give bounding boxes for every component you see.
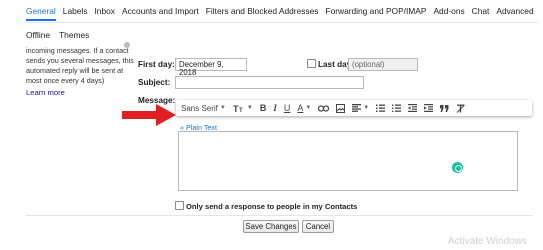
last-day-checkbox[interactable] [307, 59, 316, 68]
align-icon [352, 104, 362, 112]
tab-accounts-and-import[interactable]: Accounts and Import [122, 6, 199, 21]
tab-forwarding-and-pop-imap[interactable]: Forwarding and POP/IMAP [325, 6, 426, 21]
tab-labels[interactable]: Labels [63, 6, 88, 21]
quote-icon [440, 104, 449, 112]
learn-more-link[interactable]: Learn more [26, 88, 65, 97]
numbered-list-button[interactable] [376, 100, 386, 116]
description-line: sends you several messages, this [26, 56, 134, 65]
message-editor[interactable] [178, 131, 518, 191]
only-contacts-checkbox[interactable] [175, 201, 184, 210]
indent-more-button[interactable] [424, 100, 434, 116]
last-day-field[interactable]: (optional) [348, 58, 418, 71]
radio-button[interactable] [124, 42, 130, 48]
activate-windows-watermark: Activate Windows [448, 236, 527, 247]
description-line: automated reply will be sent at [26, 66, 124, 75]
bulleted-list-icon [392, 104, 402, 112]
description-line: most once every 4 days) [26, 76, 105, 85]
formatting-toolbar: Sans Serif ▼ T T ▼ B I U A ▼ ▼ [176, 100, 532, 116]
chevron-down-icon: ▼ [246, 105, 253, 111]
indent-less-icon [408, 104, 418, 112]
indent-more-icon [424, 104, 434, 112]
chevron-down-icon: ▼ [305, 105, 312, 111]
text-color-icon: A [297, 103, 304, 113]
tab-inbox[interactable]: Inbox [94, 6, 115, 21]
image-icon [336, 103, 346, 113]
subject-label: Subject: [138, 78, 171, 87]
tab-add-ons[interactable]: Add-ons [433, 6, 464, 21]
tab-advanced[interactable]: Advanced [496, 6, 533, 21]
tab-filters-and-blocked-addresses[interactable]: Filters and Blocked Addresses [206, 6, 319, 21]
first-day-label: First day: [138, 60, 175, 69]
bulleted-list-button[interactable] [392, 100, 402, 116]
font-family-select[interactable]: Sans Serif ▼ [181, 100, 226, 116]
settings-tabs: General Labels Inbox Accounts and Import… [26, 6, 541, 21]
tab-offline[interactable]: Offline [26, 30, 50, 43]
description-line: incoming messages. If a contact [26, 46, 129, 55]
tab-general[interactable]: General [26, 6, 56, 21]
text-color-button[interactable]: A ▼ [297, 100, 311, 116]
align-button[interactable]: ▼ [352, 100, 369, 116]
subject-input[interactable] [175, 76, 364, 89]
cancel-button[interactable]: Cancel [302, 220, 334, 233]
underline-button[interactable]: U [284, 100, 291, 116]
chevron-down-icon: ▼ [219, 105, 226, 111]
link-icon [318, 104, 330, 112]
font-size-button[interactable]: T T ▼ [233, 100, 253, 116]
save-changes-button[interactable]: Save Changes [243, 220, 299, 233]
first-day-field[interactable]: December 9, 2018 [175, 58, 247, 77]
grammarly-icon[interactable] [452, 162, 463, 173]
only-contacts-label: Only send a response to people in my Con… [186, 202, 358, 211]
tab-themes[interactable]: Themes [59, 30, 89, 43]
svg-text:T: T [239, 108, 243, 113]
remove-formatting-button[interactable] [456, 100, 466, 116]
underline-icon: U [283, 103, 291, 113]
bottom-divider [26, 215, 533, 216]
tab-chat[interactable]: Chat [472, 6, 490, 21]
red-arrow-icon [122, 104, 176, 126]
numbered-list-icon [376, 104, 386, 112]
italic-button[interactable]: I [273, 100, 277, 116]
indent-less-button[interactable] [408, 100, 418, 116]
bold-icon: B [259, 103, 267, 113]
font-family-label: Sans Serif [181, 103, 218, 113]
quote-button[interactable] [440, 100, 449, 116]
image-button[interactable] [336, 100, 346, 116]
chevron-down-icon: ▼ [363, 105, 370, 111]
vacation-description: incoming messages. If a contact sends yo… [26, 46, 134, 86]
italic-icon: I [273, 103, 277, 113]
font-size-icon: T T [233, 104, 243, 113]
link-button[interactable] [318, 100, 330, 116]
remove-formatting-icon [456, 104, 466, 113]
tabs-divider [26, 22, 538, 23]
settings-tabs-row2: Offline Themes [26, 30, 98, 43]
bold-button[interactable]: B [260, 100, 267, 116]
